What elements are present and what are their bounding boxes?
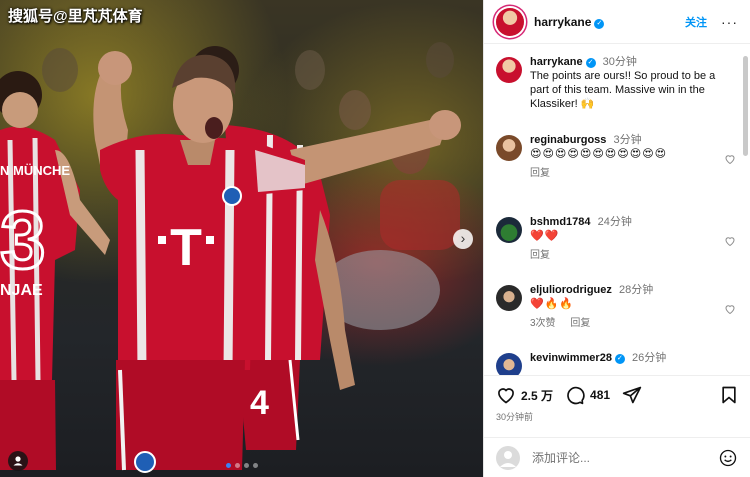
more-options-icon[interactable]: ···: [721, 14, 738, 30]
left-player-name: N MÜNCHE: [0, 163, 70, 178]
reply-button[interactable]: 回复: [530, 250, 550, 261]
user-tag-icon[interactable]: [8, 451, 28, 471]
right-player-number: 4: [250, 384, 269, 422]
comment-item: reginaburgoss 3分钟 😍😍😍😍😍😍😍😍😍😍😍 回复: [496, 133, 736, 181]
comment-text: ❤️🔥🔥: [530, 298, 575, 310]
bookmark-icon[interactable]: [719, 385, 739, 405]
photo-illustration: T N MÜNCHE 3 NJAE 4: [0, 42, 461, 473]
comments-panel: harrykane ✓ 关注 ··· harrykane ✓ 30分钟 The po…: [483, 0, 750, 477]
reply-button[interactable]: 回复: [530, 168, 550, 179]
post-photo[interactable]: T N MÜNCHE 3 NJAE 4 搜狐号@里芃芃体育 ›: [0, 0, 483, 477]
likes-count[interactable]: 2.5 万: [521, 387, 553, 404]
commenter-avatar[interactable]: [496, 353, 522, 375]
carousel-dot: [226, 463, 231, 468]
author-username[interactable]: harrykane ✓: [534, 15, 605, 29]
caption-time: 30分钟: [602, 56, 637, 68]
next-image-button[interactable]: ›: [453, 229, 473, 249]
emoji-picker-icon[interactable]: [719, 449, 737, 467]
verified-badge-icon: ✓: [594, 18, 605, 29]
comment-time: 24分钟: [597, 216, 632, 228]
add-comment-input[interactable]: 添加评论...: [532, 449, 590, 466]
comments-scrollbar[interactable]: [743, 56, 748, 156]
like-comment-icon[interactable]: [724, 153, 736, 165]
commenter-avatar[interactable]: [496, 285, 522, 311]
comment-item: kevinwimmer28 ✓ 26分钟: [496, 351, 736, 375]
comment-text: 😍😍😍😍😍😍😍😍😍😍😍: [530, 148, 668, 160]
comments-count[interactable]: 481: [590, 388, 610, 402]
watermark: 搜狐号@里芃芃体育: [8, 8, 143, 25]
post-timestamp: 30分钟前: [496, 412, 534, 422]
share-icon[interactable]: [622, 385, 642, 405]
like-comment-icon[interactable]: [724, 235, 736, 247]
commenter-avatar[interactable]: [496, 135, 522, 161]
comments-list[interactable]: harrykane ✓ 30分钟 The points are ours!! So…: [484, 45, 742, 375]
carousel-dots: [226, 463, 258, 468]
caption-username[interactable]: harrykane ✓: [530, 56, 596, 68]
comment-item: bshmd1784 24分钟 ❤️❤️ 回复: [496, 215, 736, 263]
carousel-dot: [244, 463, 249, 468]
comment-icon[interactable]: [565, 385, 585, 405]
comment-time: 28分钟: [618, 284, 654, 296]
like-comment-icon[interactable]: [724, 303, 736, 315]
like-icon[interactable]: [496, 385, 516, 405]
comment-text: ❤️❤️: [530, 230, 560, 242]
post-header: harrykane ✓ 关注 ···: [484, 0, 750, 44]
caption: harrykane ✓ 30分钟 The points are ours!! So…: [496, 55, 736, 111]
left-player-number: 3: [0, 195, 46, 286]
comment-item: eljuliorodriguez 28分钟 ❤️🔥🔥 3次赞 回复: [496, 283, 736, 331]
carousel-dot: [253, 463, 258, 468]
commenter-username[interactable]: reginaburgoss: [530, 134, 606, 146]
commenter-username[interactable]: kevinwimmer28 ✓: [530, 352, 625, 364]
author-avatar[interactable]: [496, 7, 524, 36]
comment-time: 3分钟: [613, 134, 642, 146]
verified-badge-icon: ✓: [585, 58, 596, 68]
comment-time: 26分钟: [632, 352, 667, 364]
verified-badge-icon: ✓: [614, 354, 625, 364]
add-comment-bar: 添加评论...: [484, 437, 750, 477]
caption-text: The points are ours!! So proud to be a p…: [530, 70, 716, 110]
reply-button[interactable]: 回复: [570, 318, 590, 329]
commenter-username[interactable]: bshmd1784: [530, 216, 591, 228]
current-user-avatar: [496, 445, 520, 470]
left-player-name-2: NJAE: [0, 282, 43, 299]
follow-button[interactable]: 关注: [685, 14, 707, 30]
carousel-dot: [235, 463, 240, 468]
comment-likes-count[interactable]: 3次赞: [530, 318, 556, 329]
caption-avatar[interactable]: [496, 57, 522, 83]
svg-text:T: T: [170, 219, 202, 277]
commenter-avatar[interactable]: [496, 217, 522, 243]
commenter-username[interactable]: eljuliorodriguez: [530, 284, 612, 296]
